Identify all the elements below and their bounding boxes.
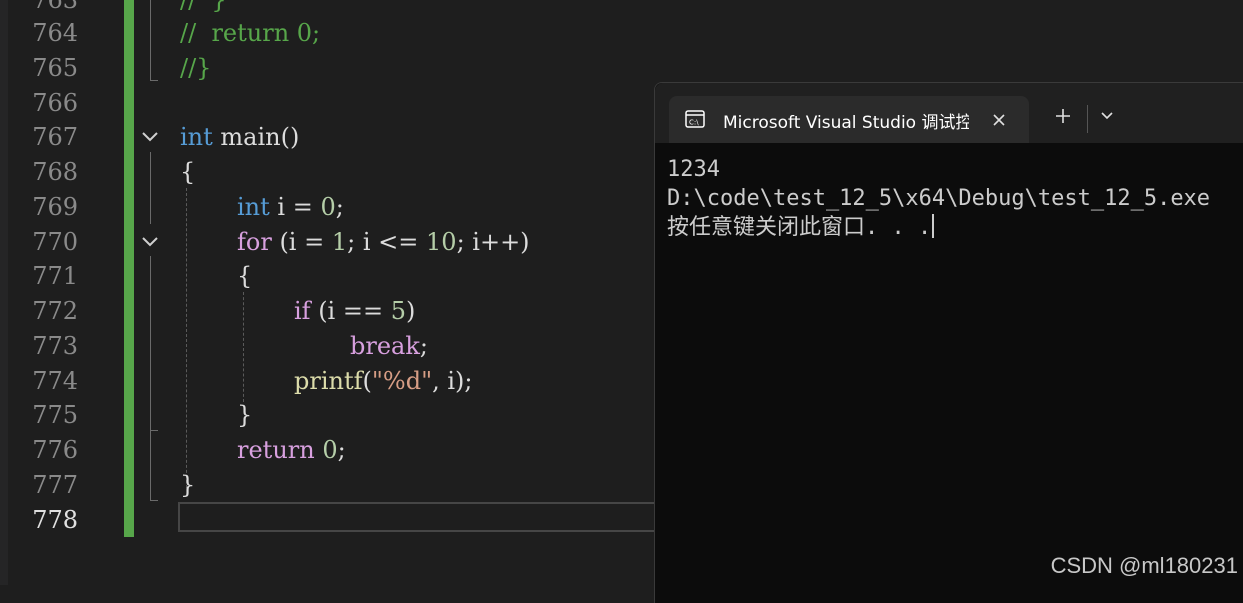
terminal-tab-bar: C:\ Microsoft Visual Studio 调试控制台	[655, 83, 1243, 143]
watermark: CSDN @ml180231	[1050, 553, 1238, 578]
line-number: 764	[32, 19, 78, 47]
tab-divider	[1087, 105, 1088, 133]
fold-guide	[150, 0, 151, 80]
line-number: 771	[32, 262, 78, 290]
fold-chevron-icon[interactable]	[140, 232, 160, 252]
line-number: 769	[32, 193, 78, 221]
plus-icon[interactable]	[1051, 105, 1075, 129]
debug-console-window[interactable]: C:\ Microsoft Visual Studio 调试控制台 1234 D:…	[654, 82, 1243, 603]
line-number: 775	[32, 401, 78, 429]
code-line[interactable]: printf("%d", i);	[294, 364, 473, 399]
output-line: 按任意键关闭此窗口. . .	[667, 213, 1210, 242]
console-output: 1234 D:\code\test_12_5\x64\Debug\test_12_…	[667, 155, 1210, 242]
fold-guide	[150, 256, 151, 430]
line-number: 768	[32, 158, 78, 186]
text-cursor	[932, 214, 935, 238]
svg-text:C:\: C:\	[689, 119, 699, 127]
console-tab[interactable]: C:\ Microsoft Visual Studio 调试控制台	[669, 96, 1029, 143]
fold-guide	[150, 152, 151, 224]
line-number: 774	[32, 367, 78, 395]
code-line[interactable]: int i = 0;	[237, 190, 344, 225]
console-icon: C:\	[685, 110, 705, 128]
indent-guide	[243, 292, 244, 402]
output-line: D:\code\test_12_5\x64\Debug\test_12_5.ex…	[667, 186, 1211, 211]
line-number: 777	[32, 471, 78, 499]
line-number: 772	[32, 297, 78, 325]
current-line-highlight	[178, 502, 698, 532]
fold-guide	[150, 430, 151, 500]
code-line[interactable]: return 0;	[237, 433, 346, 468]
code-line[interactable]: break;	[350, 329, 428, 364]
editor-margin	[0, 0, 8, 585]
line-number: 765	[32, 54, 78, 82]
line-number: 767	[32, 123, 78, 151]
line-number-current: 778	[32, 506, 78, 534]
fold-guide	[150, 430, 158, 431]
fold-chevron-icon[interactable]	[140, 127, 160, 147]
line-number: 766	[32, 89, 78, 117]
tab-title: Microsoft Visual Studio 调试控制台	[723, 113, 969, 133]
code-line[interactable]: //}	[180, 51, 211, 86]
change-indicator-bar	[124, 0, 134, 537]
code-line[interactable]: for (i = 1; i <= 10; i++)	[237, 225, 530, 260]
chevron-down-icon[interactable]	[1099, 107, 1119, 127]
fold-guide	[150, 500, 158, 501]
fold-guide	[150, 80, 158, 81]
code-line[interactable]: int main()	[180, 120, 299, 155]
code-line[interactable]: {	[180, 155, 195, 190]
indent-guide	[186, 188, 187, 488]
code-line[interactable]: // return 0;	[180, 16, 320, 51]
code-line[interactable]: if (i == 5)	[294, 294, 415, 329]
code-line[interactable]: }	[180, 468, 195, 503]
close-icon[interactable]	[987, 108, 1011, 132]
output-line: 1234	[667, 157, 720, 182]
code-line[interactable]: {	[237, 259, 252, 294]
line-number: 776	[32, 436, 78, 464]
code-line[interactable]: }	[237, 398, 252, 433]
line-number: 773	[32, 332, 78, 360]
line-number: 770	[32, 228, 78, 256]
